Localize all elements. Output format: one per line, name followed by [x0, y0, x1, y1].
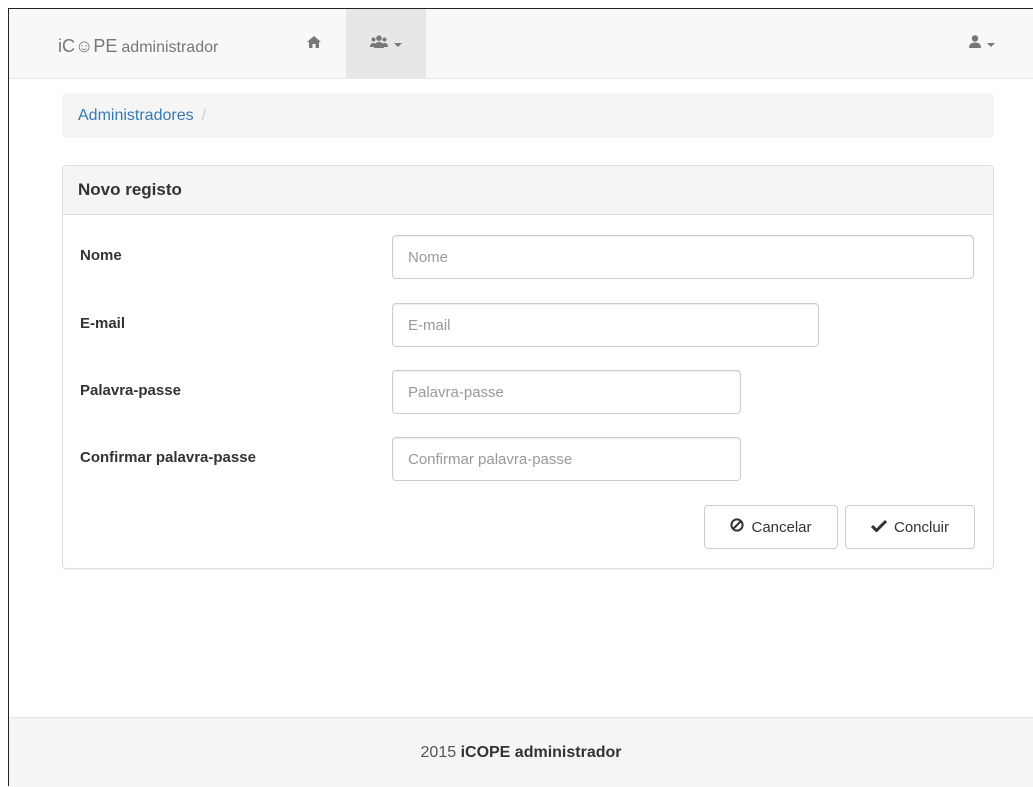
breadcrumb-separator: /: [201, 107, 207, 124]
breadcrumb-item-administradores[interactable]: Administradores: [78, 107, 194, 124]
panel-title: Novo registo: [63, 166, 993, 215]
password-input[interactable]: [392, 370, 741, 414]
page-footer: 2015 iCOPE administrador: [9, 717, 1033, 787]
confirm-password-label: Confirmar palavra-passe: [80, 449, 256, 466]
chevron-down-icon: [987, 43, 995, 47]
password-label: Palavra-passe: [80, 382, 181, 399]
check-icon: [870, 519, 888, 536]
chevron-down-icon: [394, 42, 402, 47]
footer-app-name: iCOPE administrador: [460, 744, 622, 761]
breadcrumb: Administradores /: [62, 93, 994, 138]
brand-logo[interactable]: iC☺PE administrador: [58, 35, 218, 59]
brand-title: iC☺PE: [58, 36, 118, 56]
nav-home-link[interactable]: [299, 29, 329, 59]
form-row-confirm-password: Confirmar palavra-passe: [63, 437, 993, 481]
cancel-button[interactable]: Cancelar: [704, 505, 838, 549]
nav-user-dropdown[interactable]: [969, 29, 995, 59]
new-record-panel: Novo registo Nome E-mail Palavra-passe C…: [62, 165, 994, 569]
cancel-button-label: Cancelar: [751, 518, 812, 536]
users-icon: [370, 34, 388, 53]
top-navbar: iC☺PE administrador: [9, 9, 1033, 79]
form-row-password: Palavra-passe: [63, 370, 993, 414]
confirm-password-input[interactable]: [392, 437, 741, 481]
form-row-email: E-mail: [63, 303, 993, 347]
user-icon: [969, 35, 981, 53]
submit-button-label: Concluir: [893, 518, 950, 536]
email-label: E-mail: [80, 315, 126, 332]
name-label: Nome: [80, 247, 122, 264]
nav-users-dropdown[interactable]: [346, 9, 426, 78]
form-row-nome: Nome: [63, 235, 993, 279]
submit-button[interactable]: Concluir: [845, 505, 975, 549]
ban-icon: [730, 518, 745, 536]
brand-subtitle: administrador: [121, 39, 219, 56]
app-frame: iC☺PE administrador Administradores / No…: [8, 8, 1033, 787]
home-icon: [307, 35, 321, 53]
name-input[interactable]: [392, 235, 974, 279]
footer-year: 2015: [420, 744, 457, 761]
email-input[interactable]: [392, 303, 819, 347]
